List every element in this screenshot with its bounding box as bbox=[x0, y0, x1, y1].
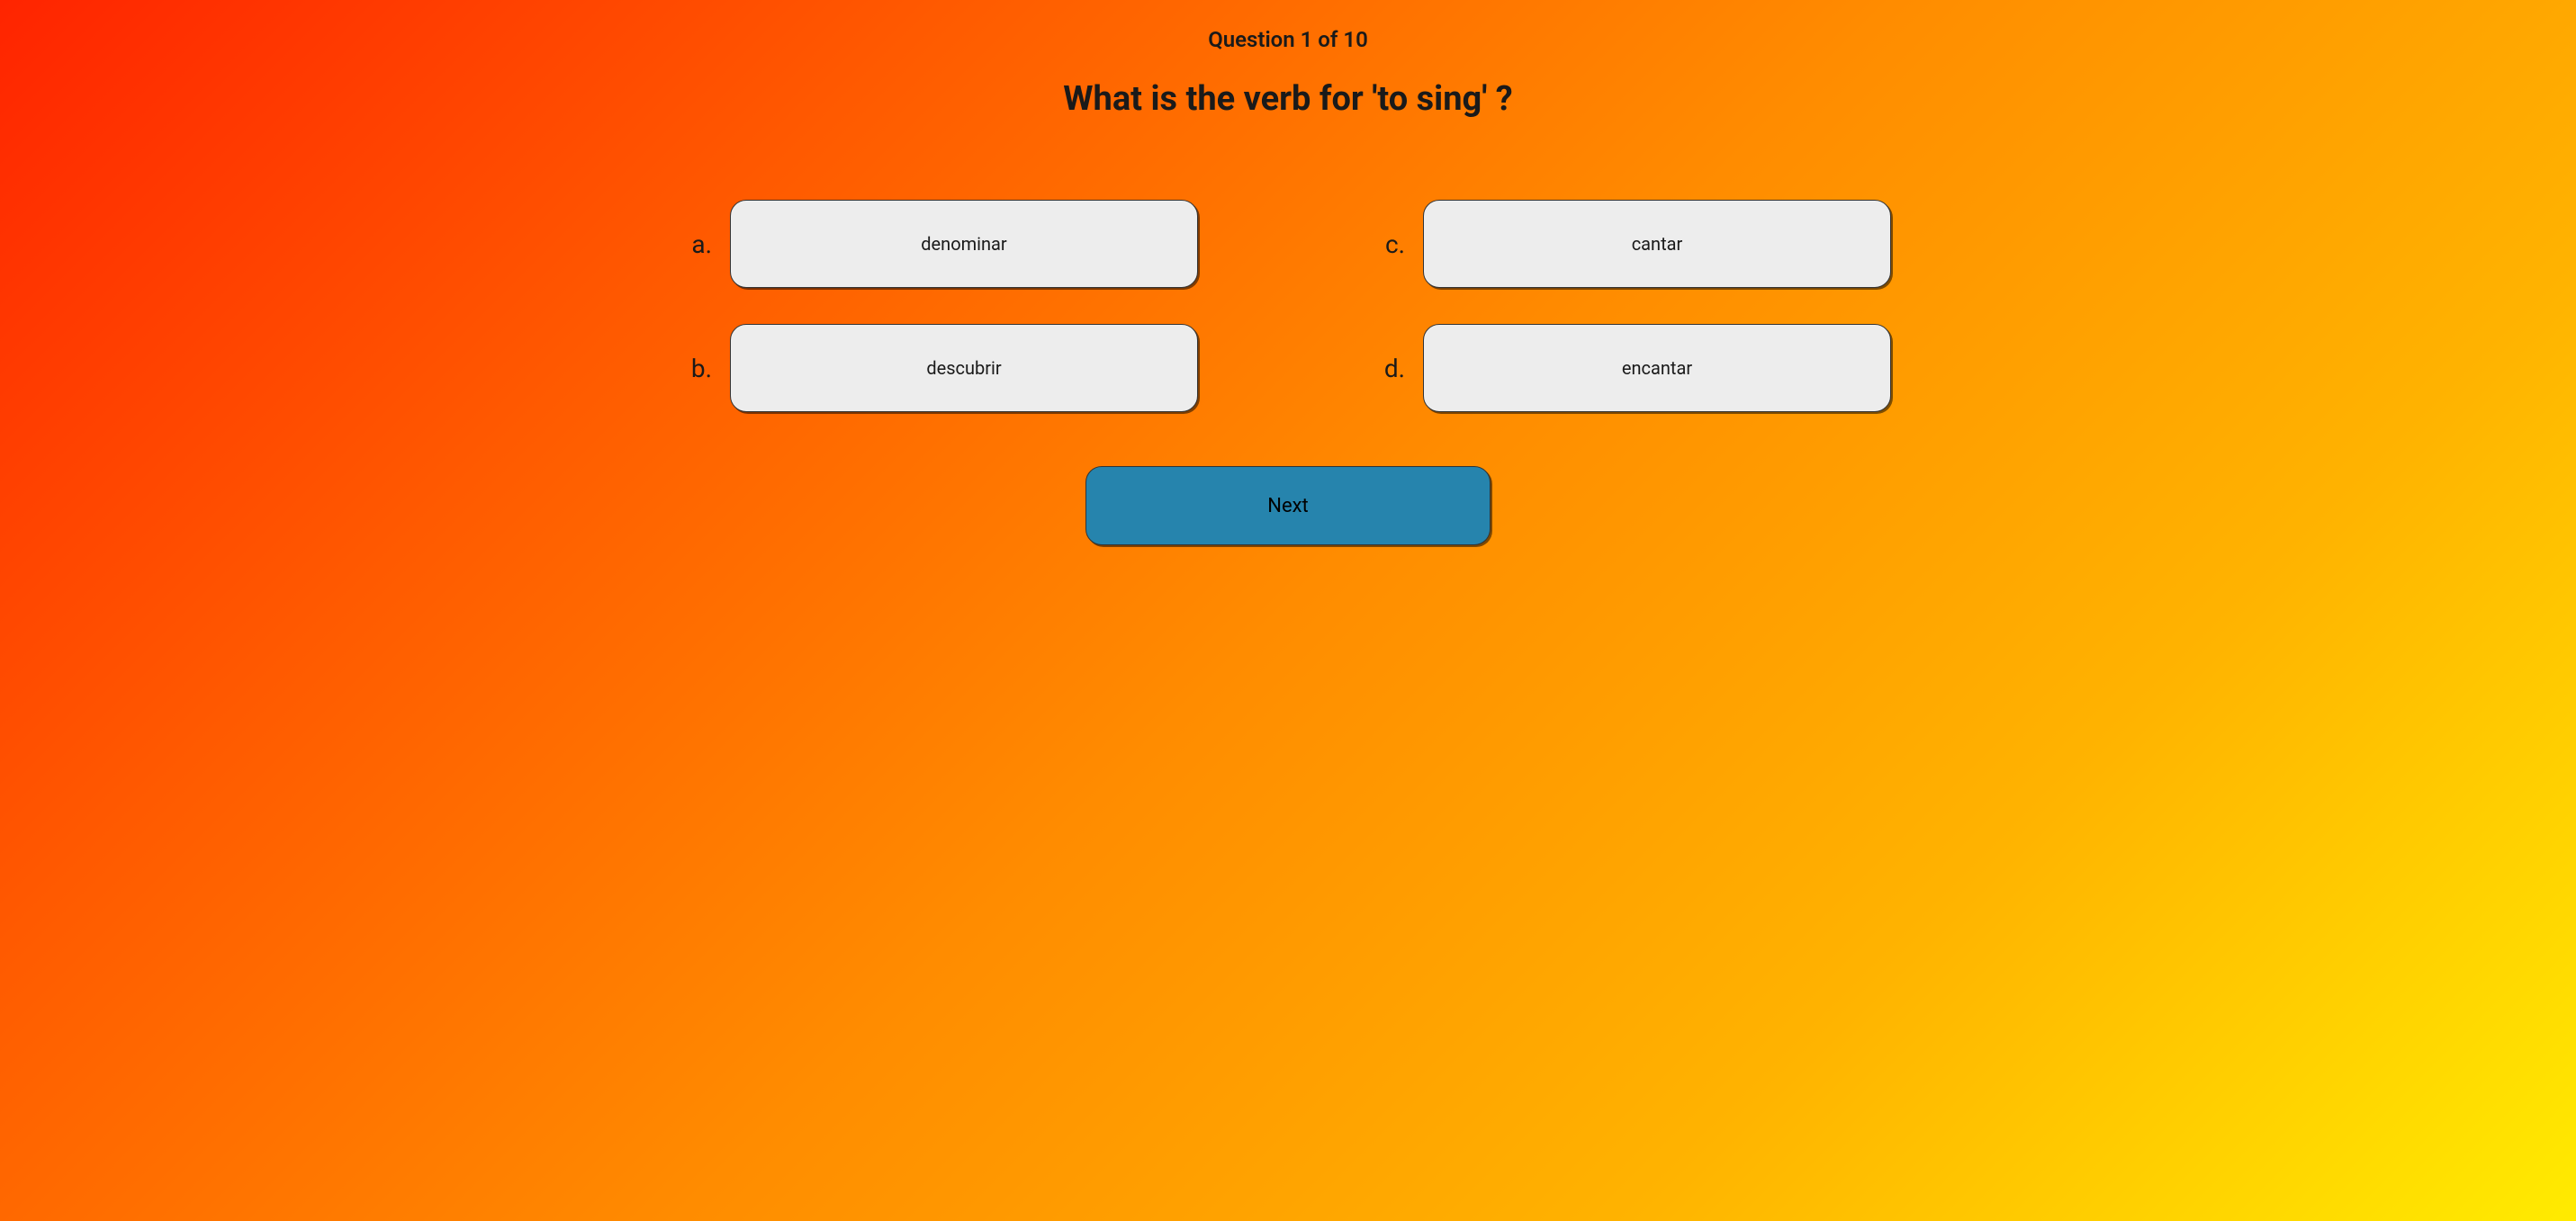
answers-grid: a. denominar c. cantar b. descubrir d. e… bbox=[685, 200, 1891, 412]
answer-button-c[interactable]: cantar bbox=[1423, 200, 1891, 288]
answer-letter: c. bbox=[1378, 229, 1405, 259]
next-button[interactable]: Next bbox=[1085, 466, 1491, 545]
answer-letter: b. bbox=[685, 354, 712, 383]
answer-button-d[interactable]: encantar bbox=[1423, 324, 1891, 412]
answer-button-a[interactable]: denominar bbox=[730, 200, 1198, 288]
quiz-container: Question 1 of 10 What is the verb for 't… bbox=[0, 0, 2576, 1221]
answer-letter: d. bbox=[1378, 354, 1405, 383]
answer-option-d: d. encantar bbox=[1378, 324, 1891, 412]
answer-button-b[interactable]: descubrir bbox=[730, 324, 1198, 412]
answer-option-c: c. cantar bbox=[1378, 200, 1891, 288]
answer-option-a: a. denominar bbox=[685, 200, 1198, 288]
question-text: What is the verb for 'to sing' ? bbox=[1063, 79, 1512, 119]
answer-letter: a. bbox=[685, 229, 712, 259]
question-counter: Question 1 of 10 bbox=[1208, 27, 1368, 52]
answer-option-b: b. descubrir bbox=[685, 324, 1198, 412]
